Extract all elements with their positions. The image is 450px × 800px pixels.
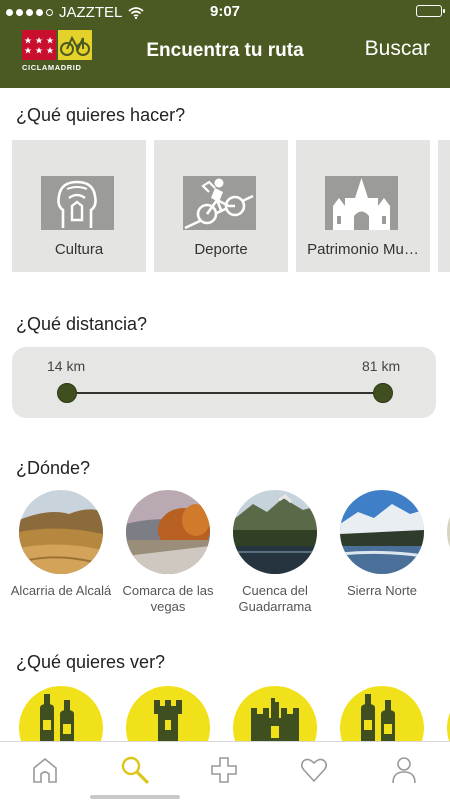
- slider-track[interactable]: [67, 392, 383, 394]
- interest-tower-button[interactable]: [126, 686, 210, 742]
- interests-carousel[interactable]: [0, 686, 450, 742]
- where-section-title: ¿Dónde?: [16, 458, 91, 478]
- place-photo: [233, 490, 317, 574]
- heart-icon: [300, 758, 328, 783]
- activity-section-title: ¿Qué quieres hacer?: [16, 105, 186, 125]
- activity-label: Patrimonio Mu…: [307, 241, 419, 258]
- castle-tower-icon: [154, 700, 182, 742]
- place-name: Sierra Norte: [346, 583, 418, 598]
- see-section-title: ¿Qué quieres ver?: [16, 652, 166, 672]
- logo-text: CICLAMADRID: [22, 63, 82, 72]
- activity-card-patrimonio[interactable]: Patrimonio Mu…: [296, 140, 430, 272]
- place-name: Alcarria de Alcalá: [10, 583, 112, 598]
- navigation-bar: CICLAMADRID Encuentra tu ruta Buscar: [0, 24, 450, 88]
- distance-range-slider: 14 km 81 km: [12, 347, 436, 418]
- slider-min-handle[interactable]: [57, 383, 77, 403]
- search-button[interactable]: Buscar: [365, 37, 430, 61]
- monument-icon: [325, 176, 398, 230]
- search-icon: [121, 756, 149, 784]
- tab-search[interactable]: [115, 754, 155, 786]
- place-name: Comarca de las vegas: [122, 583, 214, 614]
- activity-card-cultura[interactable]: Cultura: [12, 140, 146, 272]
- home-icon: [33, 757, 57, 783]
- places-carousel[interactable]: Alcarria de Alcalá Comarca de las vegas: [0, 490, 450, 620]
- active-tab-indicator: [90, 795, 180, 799]
- place-name: Cuenca del Guadarrama: [238, 583, 312, 614]
- tab-home[interactable]: [25, 754, 65, 786]
- distance-max-label: 81 km: [362, 358, 401, 374]
- clock: 9:07: [209, 3, 241, 20]
- interest-castle-button[interactable]: [233, 686, 317, 742]
- battery-icon: [416, 5, 445, 17]
- tab-favorites[interactable]: [294, 754, 334, 786]
- tab-profile[interactable]: [384, 754, 424, 786]
- castle-icon: [251, 698, 299, 742]
- place-photo: [126, 490, 210, 574]
- user-icon: [392, 757, 416, 784]
- wine-bottles-icon: [361, 694, 395, 742]
- distance-min-label: 14 km: [47, 358, 86, 374]
- distance-section-title: ¿Qué distancia?: [16, 314, 148, 334]
- activity-label: Cultura: [54, 241, 104, 258]
- place-photo: [340, 490, 424, 574]
- activity-card-partial[interactable]: [438, 140, 450, 272]
- activity-card-deporte[interactable]: Deporte: [154, 140, 288, 272]
- activity-carousel[interactable]: Cultura Deporte Patrimonio Mu…: [12, 140, 450, 272]
- cultura-icon: [41, 176, 114, 230]
- interest-wine-button[interactable]: [19, 686, 103, 742]
- tab-add[interactable]: [204, 754, 244, 786]
- status-bar: JAZZTEL 9:07: [0, 0, 450, 24]
- cyclist-icon: [183, 176, 256, 230]
- place-photo: [19, 490, 103, 574]
- tab-bar: [0, 741, 450, 800]
- interest-wine-button[interactable]: [340, 686, 424, 742]
- activity-label: Deporte: [194, 241, 248, 258]
- wine-bottles-icon: [40, 694, 74, 742]
- plus-icon: [211, 757, 237, 783]
- slider-max-handle[interactable]: [373, 383, 393, 403]
